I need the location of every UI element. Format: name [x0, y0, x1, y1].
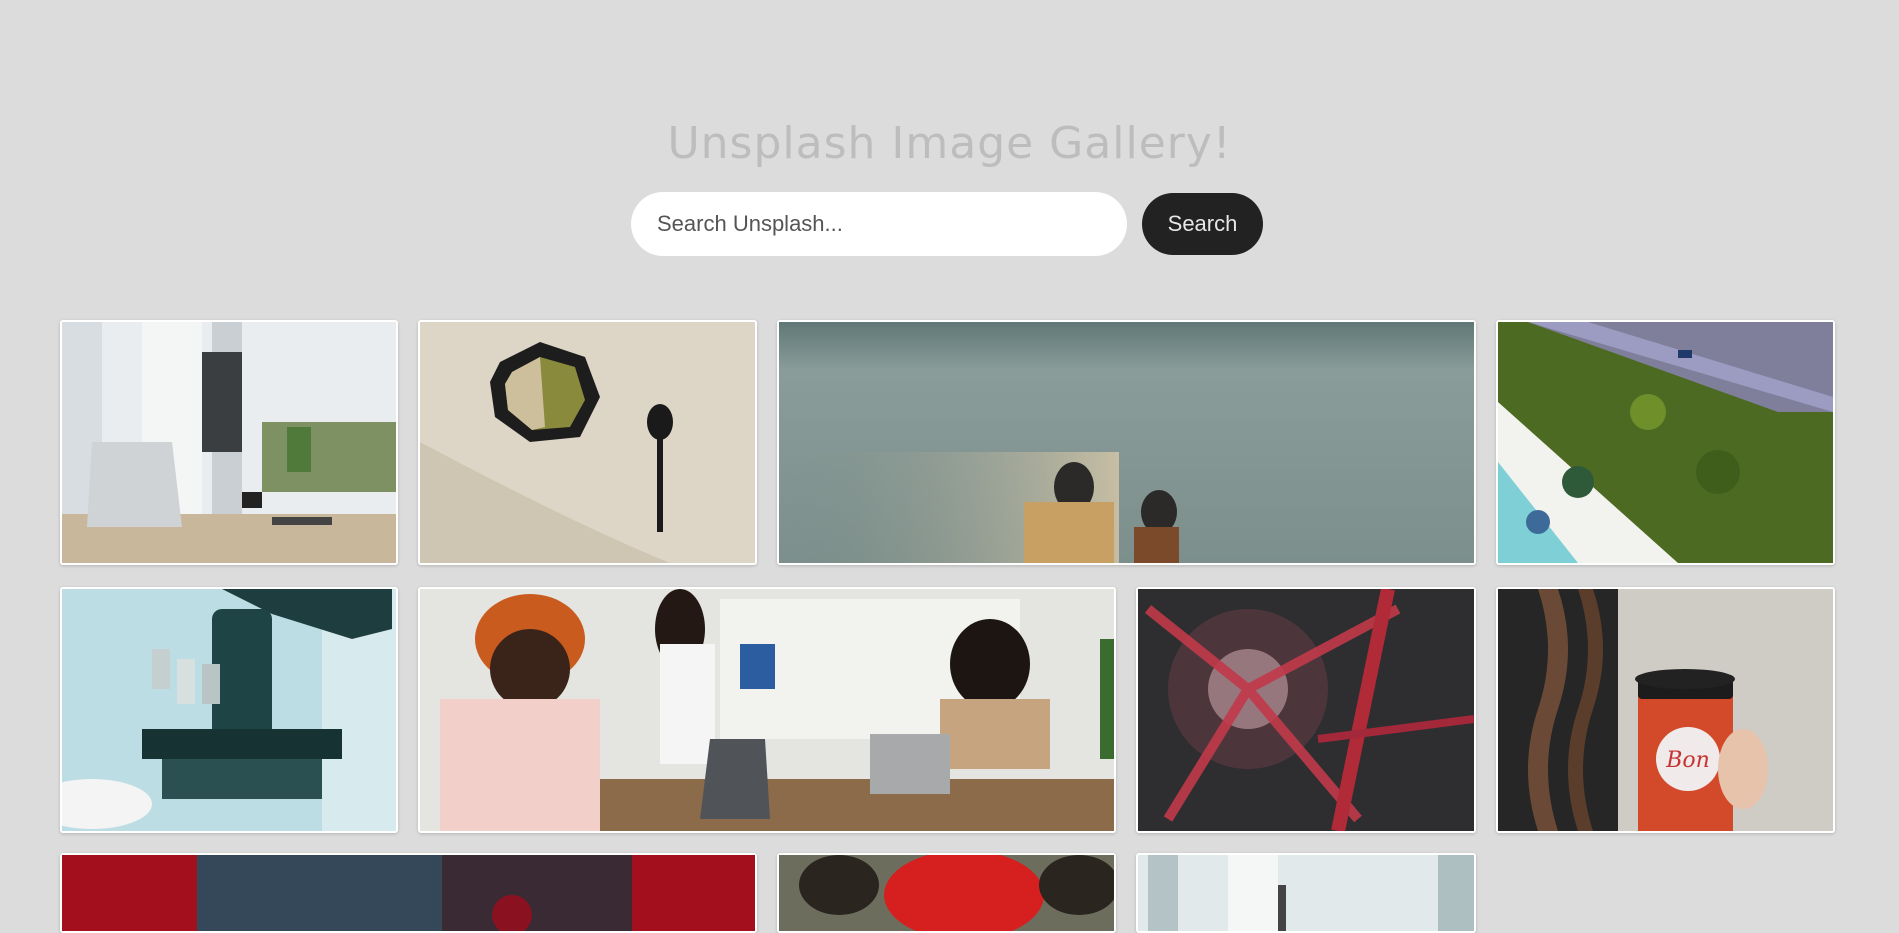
page-title: Unsplash Image Gallery!	[667, 118, 1232, 169]
gallery-image-desk[interactable]	[60, 320, 398, 565]
gallery-image-motion-blur[interactable]	[777, 320, 1476, 565]
gallery-image-red-flower[interactable]	[777, 853, 1116, 933]
gallery-image-bowl[interactable]	[418, 320, 757, 565]
gallery-image-aerial-beach[interactable]	[1496, 320, 1835, 565]
gallery-image-microscope[interactable]	[60, 587, 398, 833]
search-button[interactable]: Search	[1142, 193, 1263, 255]
search-input[interactable]	[631, 192, 1127, 256]
gallery-image-red-abstract[interactable]	[1136, 587, 1476, 833]
gallery-image-red-teal[interactable]	[60, 853, 757, 933]
gallery-image-coffee-cup[interactable]: Bon	[1496, 587, 1835, 833]
gallery-image-window-room[interactable]	[1136, 853, 1476, 933]
search-form: Search	[631, 192, 1263, 258]
cup-logo-text: Bon	[1665, 748, 1710, 773]
gallery-image-office-meeting[interactable]	[418, 587, 1116, 833]
